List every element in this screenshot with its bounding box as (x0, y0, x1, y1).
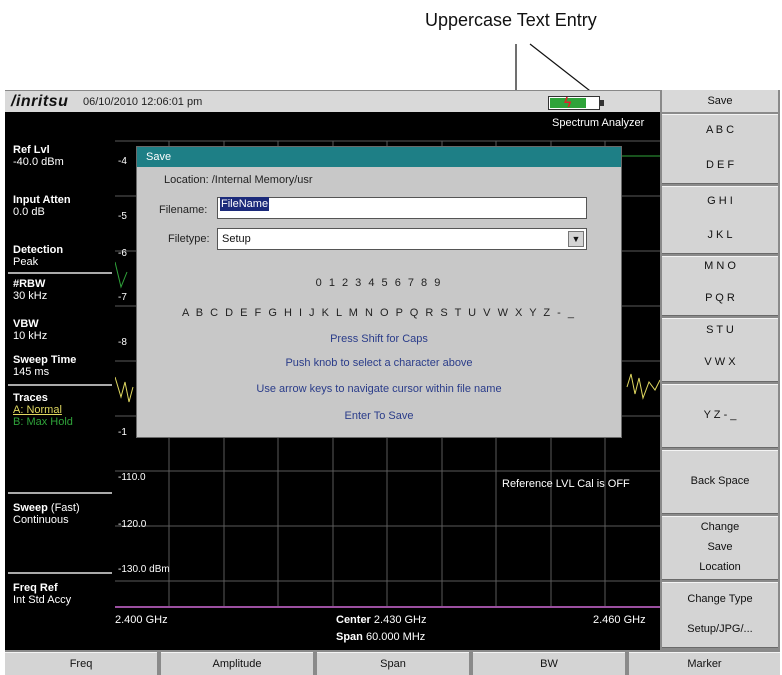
callout-label: Uppercase Text Entry (425, 10, 597, 30)
battery-icon: ϟ (548, 94, 604, 110)
filename-input[interactable]: FileName (217, 197, 587, 219)
save-dialog: Save Location: /Internal Memory/usr File… (136, 146, 622, 438)
key-stu-vwx[interactable]: S T U V W X (662, 318, 778, 382)
digit-characters[interactable]: 0 1 2 3 4 5 6 7 8 9 (137, 277, 621, 289)
divider (8, 492, 112, 494)
menu-title: Save (662, 90, 778, 112)
span-freq: Span 60.000 MHz (336, 631, 426, 643)
main-menu-bar: Freq Amplitude Span BW Marker (5, 650, 780, 675)
y-tick-label: -110.0 (118, 472, 146, 483)
vbw: VBW 10 kHz (13, 318, 48, 342)
mode-title: Spectrum Analyzer (552, 117, 645, 129)
tab-span[interactable]: Span (317, 652, 469, 675)
parameter-panel: Ref Lvl -40.0 dBm Input Atten 0.0 dB Det… (5, 112, 115, 650)
softkey-menu: Save A B C D E F G H I J K L M N O P Q R… (660, 90, 780, 650)
rbw: #RBW 30 kHz (13, 278, 48, 302)
divider (8, 572, 112, 574)
x-end-freq: 2.460 GHz (593, 614, 646, 626)
hint-push-knob: Push knob to select a character above (285, 357, 473, 369)
ref-level: Ref Lvl -40.0 dBm (13, 144, 64, 168)
filetype-select[interactable]: Setup ▼ (217, 228, 587, 250)
date-time: 06/10/2010 12:06:01 pm (83, 96, 203, 108)
filetype-value: Setup (222, 233, 251, 245)
key-ghi-jkl[interactable]: G H I J K L (662, 186, 778, 254)
center-freq: Center 2.430 GHz (336, 614, 427, 626)
change-type-button[interactable]: Change Type Setup/JPG/... (662, 582, 778, 648)
y-tick-label: -8 (118, 337, 127, 348)
y-tick-label: -1 (118, 427, 127, 438)
change-save-location-button[interactable]: Change Save Location (662, 516, 778, 580)
tab-bw[interactable]: BW (473, 652, 625, 675)
save-location: Location: /Internal Memory/usr (164, 174, 313, 186)
trace-b-label: B: Max Hold (13, 416, 73, 428)
dialog-title: Save (137, 147, 621, 167)
letter-characters[interactable]: A B C D E F G H I J K L M N O P Q R S T … (137, 307, 621, 319)
y-tick-label: -7 (118, 292, 127, 303)
freq-ref: Freq Ref Int Std Accy (13, 582, 72, 606)
key-mno-pqr[interactable]: M N O P Q R (662, 256, 778, 316)
tab-marker[interactable]: Marker (629, 652, 780, 675)
hint-arrow-keys: Use arrow keys to navigate cursor within… (256, 383, 502, 395)
input-attenuation: Input Atten 0.0 dB (13, 194, 71, 218)
brand-logo: /inritsu (11, 93, 69, 110)
y-tick-label: -130.0 dBm (118, 564, 170, 575)
x-start-freq: 2.400 GHz (115, 614, 168, 626)
sweep-mode: Sweep (Fast) Continuous (13, 502, 80, 526)
y-tick-label: -4 (118, 156, 127, 167)
filename-label: Filename: (159, 204, 208, 216)
y-tick-label: -6 (118, 248, 127, 259)
y-tick-label: -5 (118, 211, 127, 222)
divider (8, 384, 112, 386)
key-yz-dash[interactable]: Y Z - _ (662, 384, 778, 448)
key-abc-def[interactable]: A B C D E F (662, 114, 778, 184)
y-tick-label: -120.0 (118, 519, 147, 530)
hint-shift-caps: Press Shift for Caps (330, 333, 428, 345)
traces: Traces A: Normal B: Max Hold (13, 392, 73, 428)
back-space-button[interactable]: Back Space (662, 450, 778, 514)
detection: Detection Peak (13, 244, 64, 268)
hint-enter-save: Enter To Save (344, 410, 414, 422)
filename-value: FileName (220, 197, 270, 211)
tab-freq[interactable]: Freq (5, 652, 157, 675)
trace-a-label: A: Normal (13, 404, 62, 416)
sweep-time: Sweep Time 145 ms (13, 354, 77, 378)
filetype-label: Filetype: (168, 233, 210, 245)
status-bar: /inritsu 06/10/2010 12:06:01 pm ϟ (5, 90, 660, 112)
ref-level-cal-message: Reference LVL Cal is OFF (502, 478, 630, 490)
divider (8, 272, 112, 274)
tab-amplitude[interactable]: Amplitude (161, 652, 313, 675)
chevron-down-icon[interactable]: ▼ (568, 231, 584, 247)
